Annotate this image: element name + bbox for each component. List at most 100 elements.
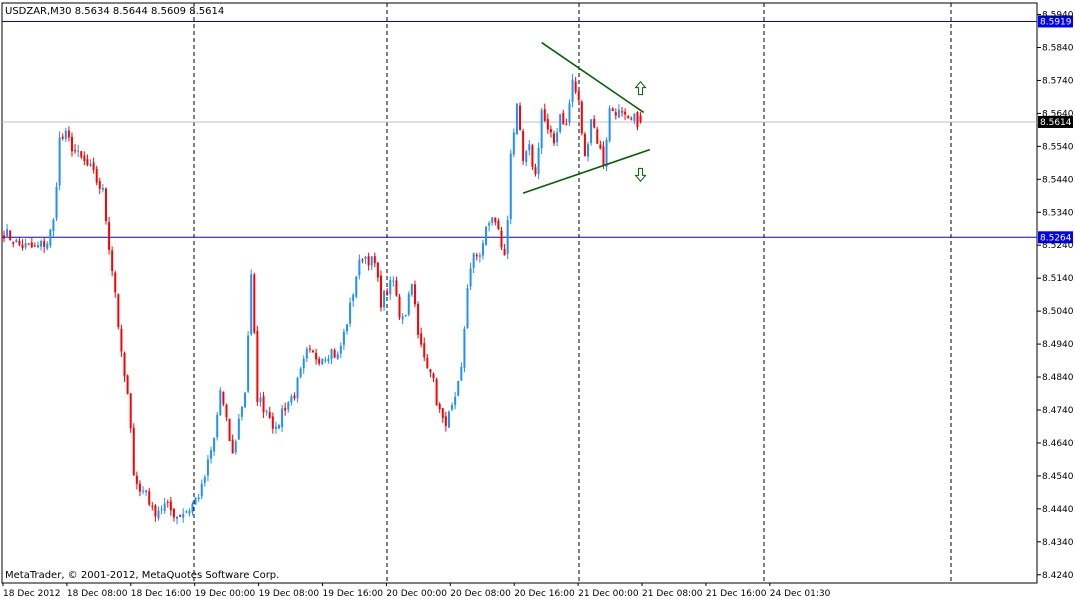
candle-body bbox=[336, 354, 339, 359]
candle-body bbox=[386, 290, 389, 296]
candle-body bbox=[228, 418, 231, 442]
chart-window[interactable]: 8.5919 8.5264 8.5614 8.5940 8.5840 8.5740 8.5… bbox=[0, 0, 1075, 599]
x-tick-label: 18 Dec 16:00 bbox=[131, 589, 192, 599]
candle-body bbox=[197, 497, 200, 500]
chart-header-symbol: USDZAR,M30 8.5634 8.5644 8.5609 8.5614 bbox=[5, 6, 224, 17]
x-tick-label: 21 Dec 08:00 bbox=[642, 589, 703, 599]
candle-body bbox=[145, 490, 148, 493]
y-tick-label: 8.4940 bbox=[1042, 340, 1074, 350]
candle-body bbox=[503, 248, 506, 256]
candle-body bbox=[608, 107, 611, 141]
candle-body bbox=[349, 302, 352, 324]
candle-body bbox=[559, 114, 562, 132]
candle-body bbox=[30, 242, 33, 248]
candle-body bbox=[253, 274, 256, 333]
candle-body bbox=[580, 101, 583, 134]
candle-body bbox=[126, 375, 129, 394]
candle-body bbox=[194, 497, 197, 505]
candle-body bbox=[330, 349, 333, 360]
y-tick-label: 8.5840 bbox=[1042, 43, 1074, 53]
candle-body bbox=[80, 151, 83, 158]
candle-body bbox=[519, 105, 522, 130]
candle-body bbox=[488, 223, 491, 226]
candle-body bbox=[528, 144, 531, 151]
candle-body bbox=[621, 111, 623, 113]
y-tick-label: 8.5340 bbox=[1042, 208, 1074, 218]
candle-body bbox=[460, 366, 463, 381]
candle-body bbox=[219, 390, 222, 416]
candle-body bbox=[284, 407, 287, 411]
candle-body bbox=[469, 268, 472, 287]
x-tick-label: 18 Dec 08:00 bbox=[67, 589, 128, 599]
candle-body bbox=[157, 510, 160, 519]
candle-body bbox=[67, 130, 70, 138]
x-tick-label: 21 Dec 16:00 bbox=[706, 589, 767, 599]
candle-body bbox=[315, 352, 318, 360]
candle-body bbox=[355, 276, 358, 297]
candle-body bbox=[481, 243, 484, 256]
candle-body bbox=[395, 280, 398, 296]
candle-body bbox=[101, 188, 104, 190]
candle-body bbox=[574, 81, 577, 92]
candle-body bbox=[457, 380, 460, 396]
candle-body bbox=[200, 483, 203, 497]
candle-body bbox=[339, 345, 342, 354]
candle-body bbox=[312, 350, 314, 353]
y-tick-label: 8.5440 bbox=[1042, 175, 1074, 185]
y-tick-label: 8.5740 bbox=[1042, 76, 1074, 86]
candle-body bbox=[361, 259, 364, 261]
candle-body bbox=[308, 348, 311, 350]
candle-body bbox=[367, 256, 370, 265]
current-price-label: 8.5614 bbox=[1040, 118, 1072, 128]
triangle-trendline[interactable] bbox=[541, 41, 645, 114]
candle-body bbox=[77, 150, 80, 152]
y-tick-label: 8.4840 bbox=[1042, 373, 1074, 383]
candle-body bbox=[240, 407, 243, 417]
candle-body bbox=[389, 280, 392, 295]
candle-body bbox=[593, 119, 596, 128]
candle-body bbox=[633, 113, 636, 122]
candle-body bbox=[562, 113, 565, 125]
candle-body bbox=[358, 259, 361, 276]
candle-body bbox=[491, 217, 494, 223]
candle-body bbox=[379, 275, 382, 308]
candle-body bbox=[89, 163, 92, 167]
candle-body bbox=[36, 245, 39, 248]
x-tick-label: 21 Dec 00:00 bbox=[578, 589, 639, 599]
candle-body bbox=[611, 108, 614, 112]
candle-body bbox=[225, 404, 228, 418]
candle-body bbox=[151, 505, 154, 507]
y-tick-label: 8.4240 bbox=[1042, 571, 1074, 581]
candle-body bbox=[98, 181, 101, 189]
price-chart[interactable]: 8.59198.52648.5614 8.59408.58408.57408.5… bbox=[0, 0, 1075, 599]
candle-body bbox=[222, 391, 225, 405]
candle-body bbox=[512, 132, 515, 155]
hollow-down-arrow-icon[interactable] bbox=[634, 167, 647, 183]
candle-body bbox=[376, 262, 379, 278]
candle-body bbox=[9, 230, 12, 241]
y-tick-label: 8.4540 bbox=[1042, 472, 1074, 482]
hollow-up-arrow-icon[interactable] bbox=[634, 80, 647, 96]
candle-body bbox=[18, 240, 21, 245]
candle-body bbox=[497, 220, 500, 229]
candle-body bbox=[46, 243, 49, 249]
candle-body bbox=[58, 137, 61, 186]
candle-body bbox=[423, 343, 426, 358]
candle-body bbox=[278, 425, 281, 429]
candle-body bbox=[441, 408, 444, 418]
candle-body bbox=[250, 274, 253, 335]
candle-body bbox=[537, 147, 540, 174]
candle-body bbox=[259, 397, 262, 402]
candle-body bbox=[636, 112, 639, 128]
candle-body bbox=[182, 513, 185, 518]
y-tick-label: 8.5640 bbox=[1042, 109, 1074, 119]
y-tick-label: 8.5940 bbox=[1042, 11, 1074, 21]
triangle-trendline[interactable] bbox=[522, 148, 651, 194]
y-tick-label: 8.5240 bbox=[1042, 241, 1074, 251]
candle-body bbox=[454, 396, 457, 406]
candle-body bbox=[478, 255, 481, 257]
candle-body bbox=[543, 109, 546, 121]
candle-body bbox=[6, 229, 9, 238]
candle-body bbox=[179, 514, 182, 517]
candle-body bbox=[553, 133, 556, 144]
